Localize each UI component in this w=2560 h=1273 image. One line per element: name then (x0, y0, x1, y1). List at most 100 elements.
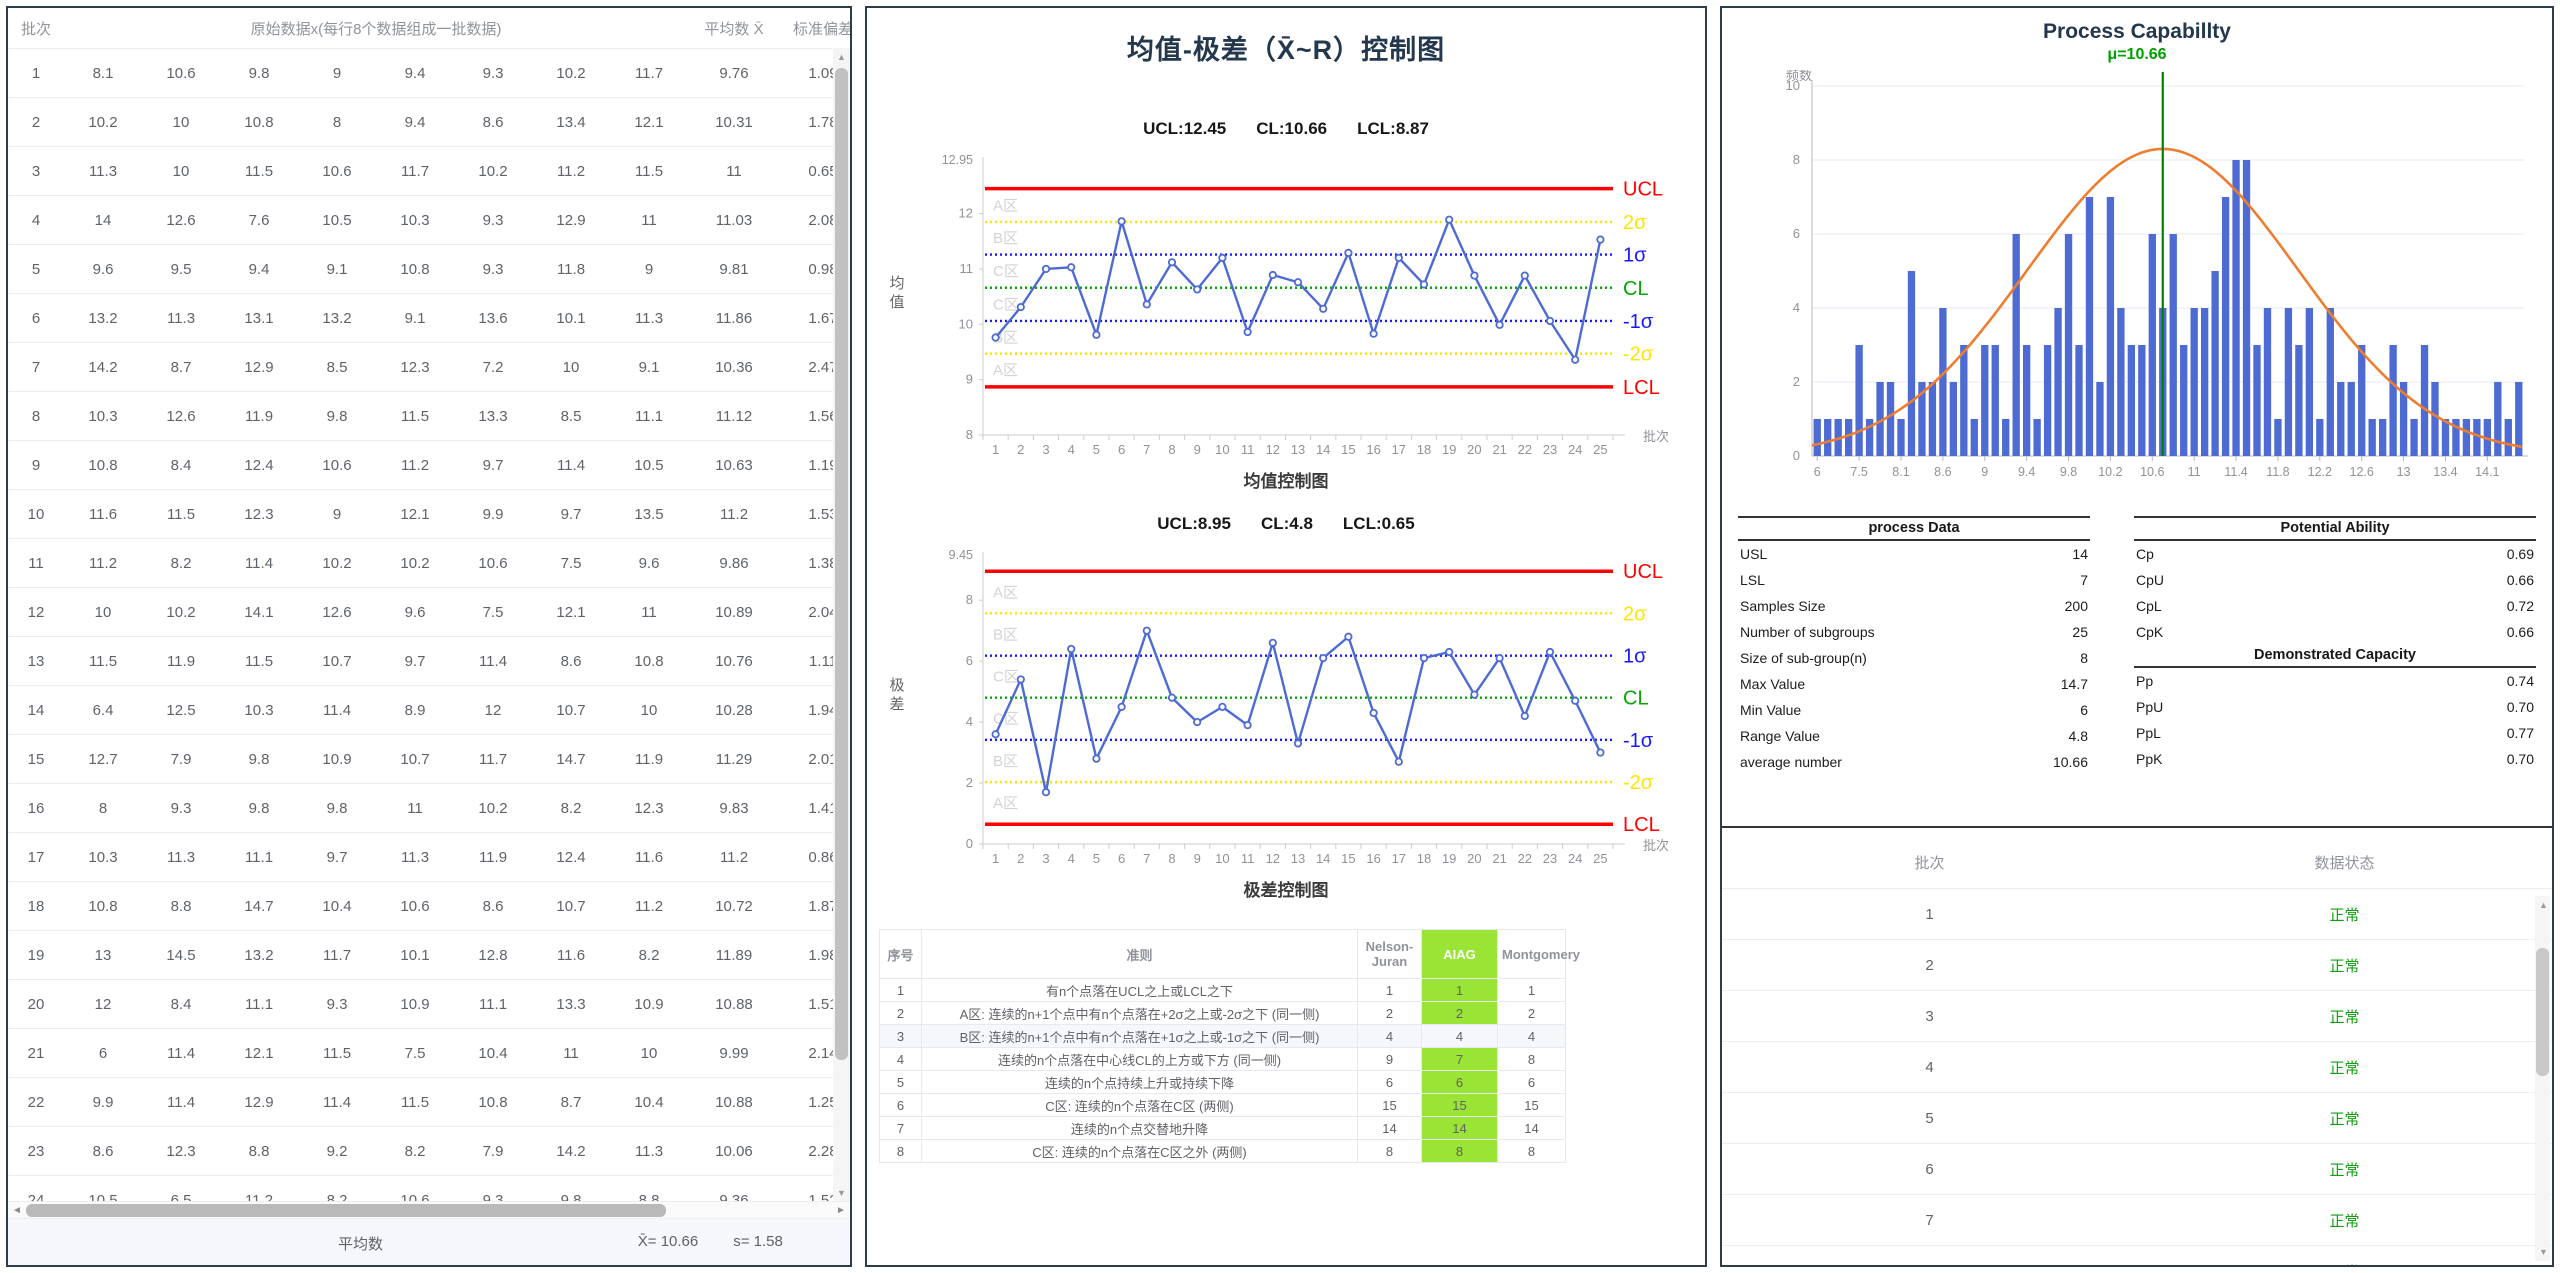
cell-value: 10.6 (454, 539, 532, 588)
cell-value: 9.1 (298, 245, 376, 294)
cell-value: 11 (610, 588, 688, 637)
svg-text:9: 9 (966, 372, 973, 387)
cell-value: 8.2 (142, 539, 220, 588)
cell-value: 12.5 (142, 686, 220, 735)
range-control-chart[interactable]: 024689.451234567891011121314151617181920… (871, 540, 1701, 876)
cell-value: 11.6 (610, 833, 688, 882)
cell-value: 11.5 (142, 490, 220, 539)
cell-value: 9.6 (64, 245, 142, 294)
scroll-left-icon[interactable]: ◄ (9, 1203, 25, 1218)
table-row: 191314.513.211.710.112.811.68.211.891.98 (8, 931, 850, 980)
xbar-cl-label: CL:10.66 (1256, 119, 1327, 139)
rule-value: 8 (880, 1140, 922, 1163)
xbar-lcl-label: LCL:8.87 (1357, 119, 1429, 139)
column-header-mean: 平均数 X̄ (688, 8, 780, 49)
rule-value: 7 (1422, 1048, 1498, 1071)
cell-mean: 11.86 (688, 294, 780, 343)
stat-label: Range Value (1740, 728, 1820, 744)
cell-value: 11.5 (220, 637, 298, 686)
cell-value: 11.1 (610, 392, 688, 441)
scrollbar-thumb[interactable] (835, 68, 848, 1060)
svg-text:18: 18 (1417, 442, 1431, 457)
cell-value: 10.8 (220, 98, 298, 147)
status-vertical-scrollbar[interactable]: ▲ ▼ (2535, 896, 2550, 1261)
svg-text:4: 4 (1068, 851, 1075, 866)
scroll-right-icon[interactable]: ► (833, 1203, 849, 1218)
svg-text:9: 9 (1194, 442, 1201, 457)
rule-value: 14 (1498, 1117, 1566, 1140)
svg-text:11: 11 (2188, 465, 2201, 479)
cell-value: 11.9 (454, 833, 532, 882)
rules-row: 3B区: 连续的n+1个点中有n个点落在+1σ之上或-1σ之下 (同一侧)444 (880, 1025, 1566, 1048)
cell-value: 10.2 (142, 588, 220, 637)
scroll-up-icon[interactable]: ▲ (2535, 898, 2552, 912)
xbar-control-chart[interactable]: 8910111212.95123456789101112131415161718… (871, 145, 1701, 467)
scroll-down-icon[interactable]: ▼ (833, 1186, 850, 1200)
status-badge: 正常 (2137, 1144, 2552, 1195)
xbar-chart-caption: 均值控制图 (867, 467, 1705, 492)
cell-value: 11.5 (64, 637, 142, 686)
svg-text:C区: C区 (993, 263, 1019, 280)
scrollbar-thumb[interactable] (26, 1204, 666, 1217)
status-header-row: 批次数据状态 (1722, 836, 2552, 889)
svg-text:-1σ: -1σ (1623, 311, 1654, 333)
scroll-up-icon[interactable]: ▲ (833, 50, 850, 64)
svg-text:7: 7 (1143, 442, 1150, 457)
svg-text:13: 13 (1291, 442, 1305, 457)
cell-value: 10.9 (610, 980, 688, 1029)
cell-value: 10 (64, 588, 142, 637)
svg-text:13: 13 (2397, 465, 2411, 479)
cell-value: 11 (376, 784, 454, 833)
svg-text:14: 14 (1316, 442, 1330, 457)
cell-value: 12 (64, 980, 142, 1029)
svg-text:-2σ: -2σ (1623, 344, 1654, 366)
cell-value: 10.2 (298, 539, 376, 588)
svg-text:5: 5 (1093, 851, 1100, 866)
rule-description: B区: 连续的n+1个点中有n个点落在+1σ之上或-1σ之下 (同一侧) (922, 1025, 1358, 1048)
stat-value: 200 (2065, 598, 2088, 614)
rule-value: 14 (1358, 1117, 1422, 1140)
range-ucl-label: UCL:8.95 (1157, 514, 1231, 534)
svg-text:2σ: 2σ (1623, 603, 1647, 625)
cell-value: 11.6 (532, 931, 610, 980)
cell-value: 11.5 (376, 392, 454, 441)
svg-text:11.4: 11.4 (2224, 465, 2247, 479)
cell-value: 11 (532, 1029, 610, 1078)
capability-histogram[interactable]: 0246810频数67.58.18.699.49.810.210.61111.4… (1732, 70, 2542, 508)
cell-value: 10.6 (376, 882, 454, 931)
cell-value: 11.2 (64, 539, 142, 588)
svg-text:9.4: 9.4 (2018, 465, 2035, 479)
status-row: 4正常 (1722, 1042, 2552, 1093)
cell-value: 8.2 (376, 1127, 454, 1176)
cell-batch: 22 (8, 1078, 64, 1127)
rule-description: A区: 连续的n+1个点中有n个点落在+2σ之上或-2σ之下 (同一侧) (922, 1002, 1358, 1025)
capability-title: Process Capabillty (1722, 20, 2552, 44)
status-row: 7正常 (1722, 1195, 2552, 1246)
cell-value: 11.4 (142, 1029, 220, 1078)
cell-value: 10.4 (610, 1078, 688, 1127)
horizontal-scrollbar[interactable]: ◄ ► (8, 1201, 850, 1219)
cell-value: 11.4 (142, 1078, 220, 1127)
cell-value: 7.5 (532, 539, 610, 588)
status-row: 3正常 (1722, 991, 2552, 1042)
vertical-scrollbar[interactable]: ▲ ▼ (833, 48, 850, 1202)
cell-value: 9.8 (298, 784, 376, 833)
status-row: 5正常 (1722, 1093, 2552, 1144)
cell-value: 11.2 (610, 882, 688, 931)
cell-value: 9.3 (298, 980, 376, 1029)
scrollbar-thumb[interactable] (2536, 948, 2549, 1076)
cell-value: 9.8 (220, 784, 298, 833)
svg-text:12: 12 (1266, 442, 1280, 457)
svg-text:10: 10 (1215, 442, 1229, 457)
raw-data-table-wrap[interactable]: 批次原始数据x(每行8个数据组成一批数据)平均数 X̄标准偏差 18.110.6… (8, 8, 850, 1211)
status-badge: 正常 (2137, 889, 2552, 940)
scroll-down-icon[interactable]: ▼ (2535, 1245, 2552, 1259)
svg-text:10: 10 (959, 316, 973, 331)
cell-value: 6 (64, 1029, 142, 1078)
svg-text:8: 8 (966, 427, 973, 442)
stat-label: average number (1740, 754, 1842, 770)
cell-value: 8.7 (142, 343, 220, 392)
rule-value: 14 (1422, 1117, 1498, 1140)
cell-batch: 8 (8, 392, 64, 441)
cell-value: 11.3 (610, 1127, 688, 1176)
